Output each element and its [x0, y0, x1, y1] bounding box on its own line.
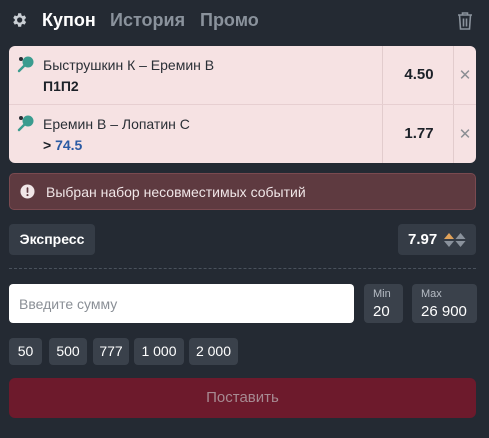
pick-value: 74.5 [55, 137, 83, 153]
max-stake-button[interactable]: Max 26 900 [412, 284, 477, 323]
exclamation-icon [20, 184, 35, 199]
min-value: 20 [373, 303, 390, 320]
close-icon[interactable]: ✕ [457, 66, 473, 84]
total-odds-value: 7.97 [408, 231, 438, 248]
odds-cell: 4.50 [382, 46, 454, 104]
close-icon[interactable]: ✕ [457, 125, 473, 143]
bet-odds: 4.50 [404, 66, 434, 83]
max-label: Max [421, 288, 442, 300]
min-stake-button[interactable]: Min 20 [364, 284, 403, 323]
coupon-header: Купон История Промо [0, 0, 489, 40]
max-value: 26 900 [421, 303, 467, 320]
event-name: Еремин В – Лопатин С [43, 116, 190, 132]
quick-amount-button[interactable]: 50 [9, 338, 42, 365]
bet-item: Быструшкин К – Еремин В П1П2 4.50 ✕ [9, 46, 476, 104]
odds-cell: 1.77 [382, 105, 454, 163]
quick-amount-button[interactable]: 777 [93, 338, 129, 365]
tab-history[interactable]: История [110, 9, 185, 31]
stake-amount-input[interactable] [9, 284, 354, 323]
gear-icon[interactable] [10, 11, 28, 29]
warning-text: Выбран набор несовместимых событий [46, 184, 306, 200]
tab-coupon[interactable]: Купон [42, 9, 96, 31]
quick-amount-button[interactable]: 500 [49, 338, 87, 365]
trash-icon[interactable] [456, 11, 474, 31]
table-tennis-icon [17, 56, 34, 73]
quick-amount-button[interactable]: 1 000 [134, 338, 184, 365]
bet-type-button[interactable]: Экспресс [9, 224, 95, 255]
place-bet-button[interactable]: Поставить [9, 378, 476, 418]
bet-item: Еремин В – Лопатин С > 74.5 1.77 ✕ [9, 105, 476, 163]
min-label: Min [373, 288, 391, 300]
divider [9, 268, 476, 269]
odds-change-icon [444, 233, 466, 247]
table-tennis-icon [17, 115, 34, 132]
warning-banner: Выбран набор несовместимых событий [9, 173, 476, 210]
tab-promo[interactable]: Промо [200, 9, 259, 31]
bet-pick: > 74.5 [43, 137, 82, 153]
pick-prefix: > [43, 137, 52, 153]
quick-amount-button[interactable]: 2 000 [189, 338, 238, 365]
bet-pick: П1П2 [43, 78, 79, 94]
total-odds: 7.97 [398, 224, 476, 255]
bet-odds: 1.77 [404, 125, 434, 142]
event-name: Быструшкин К – Еремин В [43, 57, 215, 73]
